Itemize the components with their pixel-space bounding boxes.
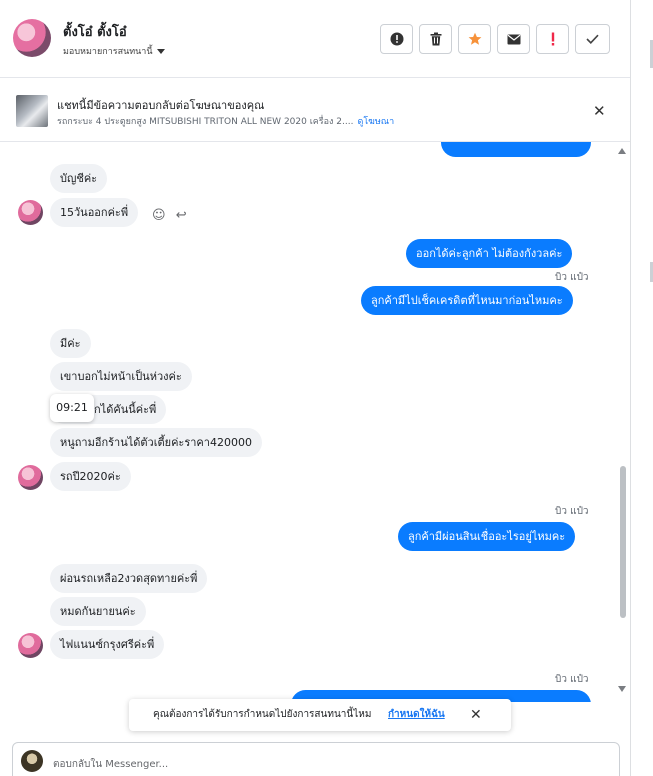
incoming-message[interactable]: รถปี2020ค่ะ: [50, 462, 131, 491]
ad-description: รถกระบะ 4 ประตูยกสูง MITSUBISHI TRITON A…: [57, 117, 354, 127]
assign-prompt-text: คุณต้องการได้รับการกำหนดไปยังการสนทนานี้…: [153, 709, 372, 720]
page-avatar: [21, 750, 43, 772]
view-ad-link[interactable]: ดูโฆษณา: [357, 117, 394, 127]
caret-down-icon: [156, 49, 165, 54]
reply-input[interactable]: ตอบกลับใน Messenger...: [53, 757, 168, 772]
incoming-message[interactable]: 15วันออกค่ะพี่: [50, 198, 139, 227]
scrollbar-thumb[interactable]: [620, 466, 626, 618]
outgoing-message[interactable]: [441, 142, 591, 157]
incoming-message[interactable]: บัญชีค่ะ: [50, 164, 108, 193]
contact-avatar-small: [18, 465, 43, 490]
message-actions: ☺ ↩: [152, 208, 187, 223]
message-thread[interactable]: บัญชีค่ะ 15วันออกค่ะพี่ ☺ ↩ ออกได้ค่ะลูก…: [0, 142, 630, 702]
ad-thumbnail[interactable]: [16, 95, 48, 127]
scroll-up-arrow-icon[interactable]: [618, 148, 626, 154]
incoming-message[interactable]: มีค่ะ: [50, 329, 91, 358]
conversation-actions: [380, 24, 610, 54]
follow-up-button[interactable]: [536, 24, 569, 54]
ad-reply-notice: แชทนี้มีข้อความตอบกลับต่อโฆษณาของคุณ รถก…: [0, 79, 630, 142]
mail-icon: [507, 34, 520, 44]
react-icon[interactable]: ☺: [152, 208, 166, 223]
outgoing-message[interactable]: ออกได้ค่ะลูกค้า ไม่ต้องกังวลค่ะ: [406, 239, 573, 268]
incoming-message[interactable]: เขาบอกไม่หน้าเป็นห่วงค่ะ: [50, 362, 192, 391]
close-icon[interactable]: ✕: [470, 699, 482, 731]
incoming-message[interactable]: หนูถามอีกร้านได้ตัวเตี้ยค่ะราคา420000: [50, 428, 262, 457]
seen-by-label: บิว แป๋ว: [555, 506, 589, 517]
contact-name[interactable]: ตั้งโอ๋ ตั้งโอ๋: [63, 21, 127, 42]
incoming-message[interactable]: หมดกันยายนค่ะ: [50, 597, 146, 626]
incoming-message[interactable]: ไฟแนนซ์กรุงศรีค่ะพี่: [50, 630, 165, 659]
scroll-down-arrow-icon[interactable]: [618, 686, 626, 692]
conversation-header: ตั้งโอ๋ ตั้งโอ๋ มอบหมายการสนทนานี้: [0, 0, 630, 78]
reply-icon[interactable]: ↩: [176, 208, 187, 223]
mark-unread-button[interactable]: [497, 24, 530, 54]
incoming-message[interactable]: ผ่อนรถเหลือ2งวดสุดทายค่ะพี่: [50, 564, 208, 593]
check-icon: [586, 34, 599, 44]
exclamation-icon: [551, 32, 554, 46]
close-icon[interactable]: ✕: [593, 102, 606, 120]
assign-dropdown[interactable]: มอบหมายการสนทนานี้: [63, 44, 165, 58]
assign-prompt-toast: คุณต้องการได้รับการกำหนดไปยังการสนทนานี้…: [129, 699, 511, 731]
ad-notice-subtitle: รถกระบะ 4 ประตูยกสูง MITSUBISHI TRITON A…: [57, 114, 394, 128]
seen-by-label: บิว แป๋ว: [555, 674, 589, 685]
messenger-inbox-window: ตั้งโอ๋ ตั้งโอ๋ มอบหมายการสนทนานี้ แชทนี…: [0, 0, 653, 776]
delete-button[interactable]: [419, 24, 452, 54]
trash-icon: [430, 32, 441, 46]
contact-avatar-small: [18, 633, 43, 658]
timestamp-tooltip: 09:21: [50, 394, 94, 422]
outgoing-message[interactable]: ลูกค้ามีผ่อนสินเชื่ออะไรอยู่ไหมคะ: [398, 522, 576, 551]
conversation-panel: ตั้งโอ๋ ตั้งโอ๋ มอบหมายการสนทนานี้ แชทนี…: [0, 0, 631, 776]
mark-spam-button[interactable]: [380, 24, 413, 54]
assign-to-me-link[interactable]: กำหนดให้ฉัน: [388, 699, 445, 731]
ad-notice-title: แชทนี้มีข้อความตอบกลับต่อโฆษณาของคุณ: [57, 99, 265, 112]
alert-circle-icon: [390, 32, 403, 46]
contact-avatar-small: [18, 200, 43, 225]
reply-composer[interactable]: ตอบกลับใน Messenger...: [12, 742, 620, 776]
outgoing-message[interactable]: ลูกค้ามีไปเช็คเครดิตที่ไหนมาก่อนไหมคะ: [361, 286, 573, 315]
seen-by-label: บิว แป๋ว: [555, 272, 589, 283]
assign-label: มอบหมายการสนทนานี้: [63, 47, 153, 57]
contact-avatar[interactable]: [13, 19, 51, 57]
mark-done-button[interactable]: [575, 24, 610, 54]
star-button[interactable]: [458, 24, 491, 54]
right-side-panel: [631, 0, 653, 776]
star-icon: [468, 32, 481, 45]
